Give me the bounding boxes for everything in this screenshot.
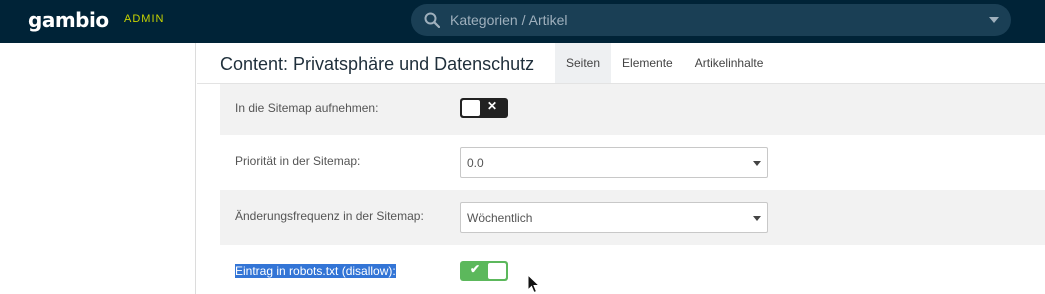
sitemap-priority-label: Priorität in der Sitemap: bbox=[235, 154, 361, 168]
robots-disallow-toggle[interactable]: ✔ bbox=[460, 261, 508, 281]
sitemap-include-label: In die Sitemap aufnehmen: bbox=[235, 101, 379, 115]
mouse-pointer-icon bbox=[527, 274, 541, 294]
form-row-robots-disallow: Eintrag in robots.txt (disallow): ✔ bbox=[220, 245, 1045, 294]
tab-seiten[interactable]: Seiten bbox=[555, 43, 612, 83]
sitemap-frequency-value: Wöchentlich bbox=[467, 211, 533, 225]
page-title: Content: Privatsphäre und Datenschutz bbox=[220, 54, 535, 74]
chevron-down-icon bbox=[753, 161, 761, 166]
form-row-sitemap-priority: Priorität in der Sitemap: 0.0 bbox=[220, 135, 1045, 190]
checkmark-icon: ✔ bbox=[470, 262, 481, 276]
search-bar[interactable] bbox=[411, 4, 1011, 36]
robots-disallow-label: Eintrag in robots.txt (disallow): bbox=[235, 264, 396, 278]
search-input[interactable] bbox=[450, 4, 970, 36]
sitemap-include-toggle[interactable]: ✕ bbox=[460, 98, 508, 118]
left-sidebar bbox=[0, 43, 196, 294]
page-header: Content: Privatsphäre und Datenschutz Se… bbox=[197, 43, 1045, 84]
top-navbar: gambio ADMIN bbox=[0, 0, 1045, 43]
tab-artikelinhalte[interactable]: Artikelinhalte bbox=[684, 43, 775, 83]
admin-label: ADMIN bbox=[124, 13, 165, 25]
gambio-logo[interactable]: gambio bbox=[28, 8, 109, 32]
form-row-sitemap-frequency: Änderungsfrequenz in der Sitemap: Wöchen… bbox=[220, 190, 1045, 245]
tab-bar: Seiten Elemente Artikelinhalte bbox=[555, 43, 774, 83]
chevron-down-icon bbox=[753, 216, 761, 221]
tab-elemente[interactable]: Elemente bbox=[611, 43, 684, 83]
sitemap-frequency-label: Änderungsfrequenz in der Sitemap: bbox=[235, 209, 424, 223]
search-icon bbox=[424, 12, 440, 28]
sitemap-priority-value: 0.0 bbox=[467, 156, 484, 170]
chevron-down-icon[interactable] bbox=[989, 17, 999, 23]
toggle-knob bbox=[488, 263, 506, 279]
form-row-sitemap-include: In die Sitemap aufnehmen: ✕ bbox=[220, 84, 1045, 135]
x-icon: ✕ bbox=[487, 99, 498, 113]
toggle-knob bbox=[462, 100, 480, 116]
sitemap-frequency-select[interactable]: Wöchentlich bbox=[460, 202, 768, 233]
sitemap-priority-select[interactable]: 0.0 bbox=[460, 147, 768, 178]
sitemap-settings-form: In die Sitemap aufnehmen: ✕ Priorität in… bbox=[220, 84, 1045, 294]
